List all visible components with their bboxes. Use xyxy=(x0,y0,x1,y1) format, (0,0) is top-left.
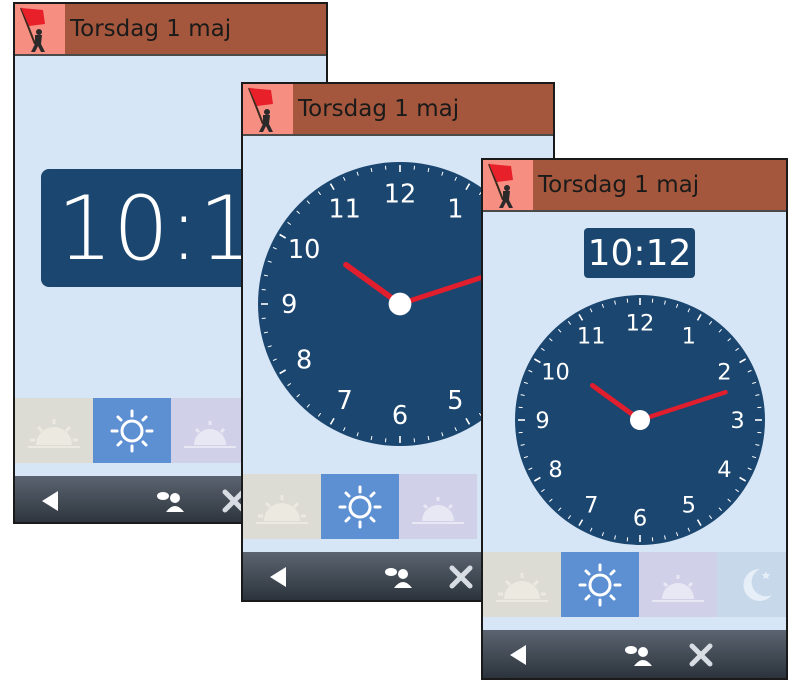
clock-number: 11 xyxy=(577,324,606,350)
clock-number: 7 xyxy=(584,493,598,519)
band-evening[interactable] xyxy=(639,552,717,617)
back-button[interactable] xyxy=(263,552,293,600)
clock-number: 10 xyxy=(288,235,321,265)
flag-bearer-icon xyxy=(243,84,293,134)
clock-number: 5 xyxy=(447,386,463,416)
moon-icon xyxy=(743,568,772,601)
back-button[interactable] xyxy=(503,630,533,678)
clock-center-pin xyxy=(630,410,650,430)
contact-icon xyxy=(157,492,184,512)
clock-number: 5 xyxy=(682,493,696,519)
sunrise-icon xyxy=(256,494,308,524)
title-bar: Torsdag 1 maj xyxy=(243,84,553,136)
clock-number: 6 xyxy=(392,401,408,431)
clock-number: 12 xyxy=(384,179,417,209)
contact-button[interactable] xyxy=(621,630,657,678)
clock-number: 8 xyxy=(296,346,312,376)
sunset-icon xyxy=(652,574,704,602)
sunrise-icon xyxy=(28,418,80,448)
clock-number: 9 xyxy=(281,290,297,320)
sunrise-icon xyxy=(496,572,548,602)
flag-bearer-icon xyxy=(15,4,65,54)
date-title: Torsdag 1 maj xyxy=(538,172,700,198)
date-title: Torsdag 1 maj xyxy=(298,96,460,122)
clock-number: 10 xyxy=(541,359,570,385)
band-day[interactable] xyxy=(561,552,639,617)
sun-icon xyxy=(338,485,382,528)
digital-clock: 10:12 xyxy=(584,228,695,278)
close-button[interactable] xyxy=(686,630,716,678)
flag-bearer-icon xyxy=(483,160,533,210)
date-title: Torsdag 1 maj xyxy=(70,16,232,42)
clock-center-pin xyxy=(388,292,412,316)
clock-number: 7 xyxy=(336,386,352,416)
clock-number: 6 xyxy=(633,506,647,532)
back-button[interactable] xyxy=(35,476,65,522)
sunset-icon xyxy=(184,420,236,448)
sun-icon xyxy=(110,409,154,452)
clock-number: 2 xyxy=(717,359,731,385)
contact-button[interactable] xyxy=(381,552,417,600)
clock-number: 11 xyxy=(328,194,361,224)
clock-number: 1 xyxy=(682,324,696,350)
contact-button[interactable] xyxy=(153,476,189,522)
close-x-icon xyxy=(449,565,473,589)
contact-icon xyxy=(385,568,412,588)
analog-clock: 12 12 3 45 6 78 9 10 11 xyxy=(515,295,765,545)
band-morning[interactable] xyxy=(483,552,561,617)
close-x-icon xyxy=(689,643,713,667)
sunset-icon xyxy=(412,496,464,524)
clock-number: 9 xyxy=(535,408,549,434)
clock-number: 1 xyxy=(447,194,463,224)
band-day[interactable] xyxy=(93,398,171,463)
sun-icon xyxy=(578,563,622,606)
day-period-bar xyxy=(483,552,786,617)
band-evening[interactable] xyxy=(171,398,249,463)
close-button[interactable] xyxy=(446,552,476,600)
band-morning[interactable] xyxy=(243,474,321,539)
title-bar: Torsdag 1 maj xyxy=(483,160,786,212)
clock-number: 8 xyxy=(548,457,562,483)
title-bar: Torsdag 1 maj xyxy=(15,4,326,56)
back-arrow-icon xyxy=(270,567,286,587)
band-day[interactable] xyxy=(321,474,399,539)
clock-number: 12 xyxy=(626,311,655,337)
clock-number: 4 xyxy=(717,457,731,483)
band-morning[interactable] xyxy=(15,398,93,463)
back-arrow-icon xyxy=(510,645,526,665)
phone-screen-combined: Torsdag 1 maj 10:12 12 1 2 3 4 5 6 7 8 9 10 11 xyxy=(481,158,788,680)
band-evening[interactable] xyxy=(399,474,477,539)
clock-number: 3 xyxy=(730,408,744,434)
bottom-bar xyxy=(483,630,786,678)
back-arrow-icon xyxy=(42,491,58,511)
band-night[interactable] xyxy=(717,552,786,617)
contact-icon xyxy=(625,646,652,666)
